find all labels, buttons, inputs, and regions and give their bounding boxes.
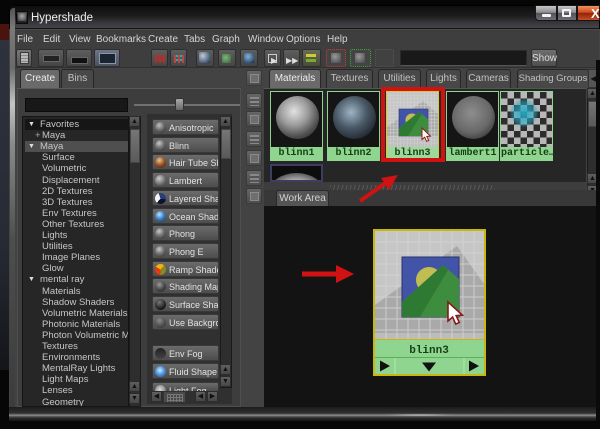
svg-text:blinn3: blinn3	[409, 345, 449, 357]
